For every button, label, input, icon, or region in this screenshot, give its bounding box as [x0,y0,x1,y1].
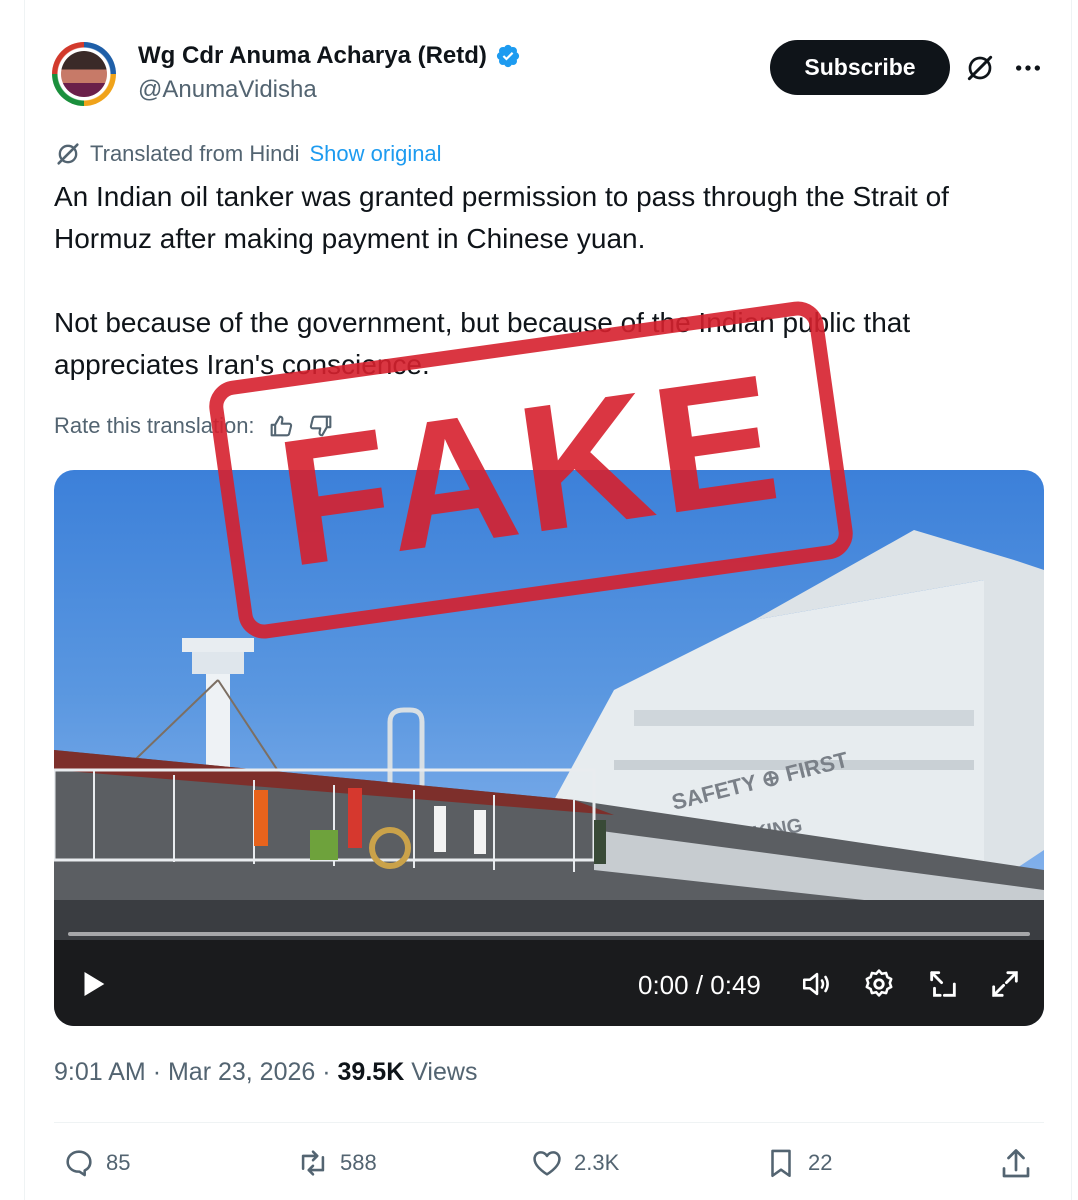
like-count: 2.3K [574,1150,620,1175]
author-name-row[interactable]: Wg Cdr Anuma Acharya (Retd) [138,42,521,70]
like-button[interactable]: 2.3K [530,1146,619,1180]
reply-icon [66,1150,92,1177]
meta-separator: · [322,1058,331,1086]
heart-icon [533,1151,561,1176]
share-icon[interactable] [998,1146,1034,1182]
subscribe-button[interactable]: Subscribe [770,40,950,95]
fullscreen-icon[interactable] [988,967,1022,1001]
play-icon[interactable] [76,967,110,1001]
verified-badge-icon [496,44,520,68]
avatar[interactable] [52,42,116,106]
avatar-photo [61,51,107,97]
reply-count: 85 [106,1150,131,1175]
volume-icon[interactable] [800,967,834,1001]
translated-label: Translated from Hindi [90,141,300,166]
settings-gear-icon[interactable] [862,967,896,1001]
views-count: 39.5K [337,1058,405,1086]
tweet-time[interactable]: 9:01 AM [54,1058,146,1086]
bookmark-button[interactable]: 22 [764,1146,832,1180]
show-original-link[interactable]: Show original [309,141,441,167]
picture-in-picture-icon[interactable] [926,967,960,1001]
more-icon[interactable] [1012,52,1044,84]
author-name[interactable]: Wg Cdr Anuma Acharya (Retd) [138,42,487,70]
reply-button[interactable]: 85 [62,1146,130,1180]
repost-icon [301,1150,325,1176]
translation-notice: Translated from Hindi Show original [54,140,442,168]
divider [54,1122,1044,1123]
bookmark-count: 22 [808,1150,833,1175]
repost-button[interactable]: 588 [296,1146,377,1180]
bookmark-icon [771,1149,791,1178]
tweet-date[interactable]: Mar 23, 2026 [168,1058,315,1086]
tweet-paragraph: An Indian oil tanker was granted permiss… [54,181,949,254]
grok-icon [57,143,79,165]
views-label: Views [411,1058,478,1086]
repost-count: 588 [340,1150,377,1175]
video-time: 0:00 / 0:49 [638,970,761,1000]
fake-stamp-text: FAKE [267,335,795,605]
video-progress-bar[interactable] [68,932,1030,936]
meta-separator: · [152,1058,162,1086]
grok-icon[interactable] [964,52,996,84]
tweet-meta: 9:01 AM · Mar 23, 2026 · 39.5K Views [54,1058,477,1087]
author-handle[interactable]: @AnumaVidisha [138,76,317,104]
